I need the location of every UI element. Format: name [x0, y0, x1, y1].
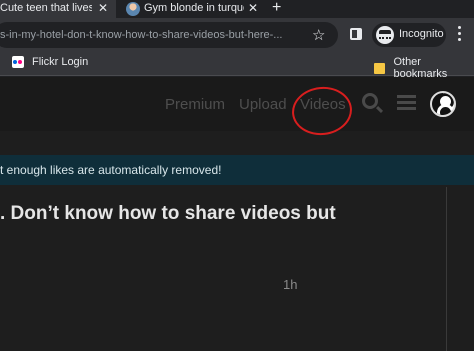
incognito-label: Incognito — [399, 28, 444, 40]
hamburger-menu-icon[interactable] — [397, 95, 416, 113]
tab-inactive[interactable]: Gym blonde in turquoi ✕ — [118, 0, 262, 18]
avatar-favicon-icon — [126, 2, 140, 16]
notice-banner: t enough likes are automatically removed… — [0, 155, 474, 185]
site-header: Premium Upload Videos — [0, 77, 474, 139]
notice-text: t enough likes are automatically removed… — [0, 163, 222, 177]
bookmark-star-icon[interactable]: ☆ — [312, 26, 325, 44]
page-content: Premium Upload Videos t enough likes are… — [0, 77, 474, 351]
side-panel-icon[interactable] — [350, 28, 362, 40]
close-tab-icon[interactable]: ✕ — [98, 1, 108, 15]
tab-title: Cute teen that lives in — [0, 2, 92, 14]
flickr-icon — [12, 56, 24, 68]
browser-menu-icon[interactable] — [458, 26, 462, 42]
theme-toggle-yinyang-icon[interactable] — [430, 91, 456, 117]
search-icon[interactable] — [362, 93, 378, 109]
divider — [446, 187, 447, 351]
nav-upload-link[interactable]: Upload — [239, 96, 287, 113]
bookmarks-bar: Flickr Login Other bookmarks — [0, 52, 474, 80]
new-tab-button[interactable]: + — [272, 0, 281, 17]
incognito-icon — [376, 26, 394, 44]
folder-icon — [374, 62, 386, 74]
tab-strip: Cute teen that lives in ✕ Gym blonde in … — [0, 0, 474, 18]
url-text[interactable]: s-in-my-hotel-don-t-know-how-to-share-vi… — [0, 29, 300, 41]
toolbar: s-in-my-hotel-don-t-know-how-to-share-vi… — [0, 18, 474, 52]
post-timestamp: 1h — [283, 277, 298, 292]
incognito-indicator[interactable]: Incognito — [372, 23, 446, 47]
tab-active[interactable]: Cute teen that lives in ✕ — [0, 0, 116, 18]
red-circle-annotation — [289, 83, 355, 139]
address-bar[interactable]: s-in-my-hotel-don-t-know-how-to-share-vi… — [0, 22, 338, 48]
post-title[interactable]: . Don’t know how to share videos but — [0, 203, 336, 225]
nav-premium-link[interactable]: Premium — [165, 96, 225, 113]
bookmark-flickr-login[interactable]: Flickr Login — [12, 56, 88, 68]
bookmark-label: Flickr Login — [32, 56, 89, 68]
close-tab-icon[interactable]: ✕ — [248, 1, 258, 15]
tab-title: Gym blonde in turquoi — [144, 2, 244, 14]
